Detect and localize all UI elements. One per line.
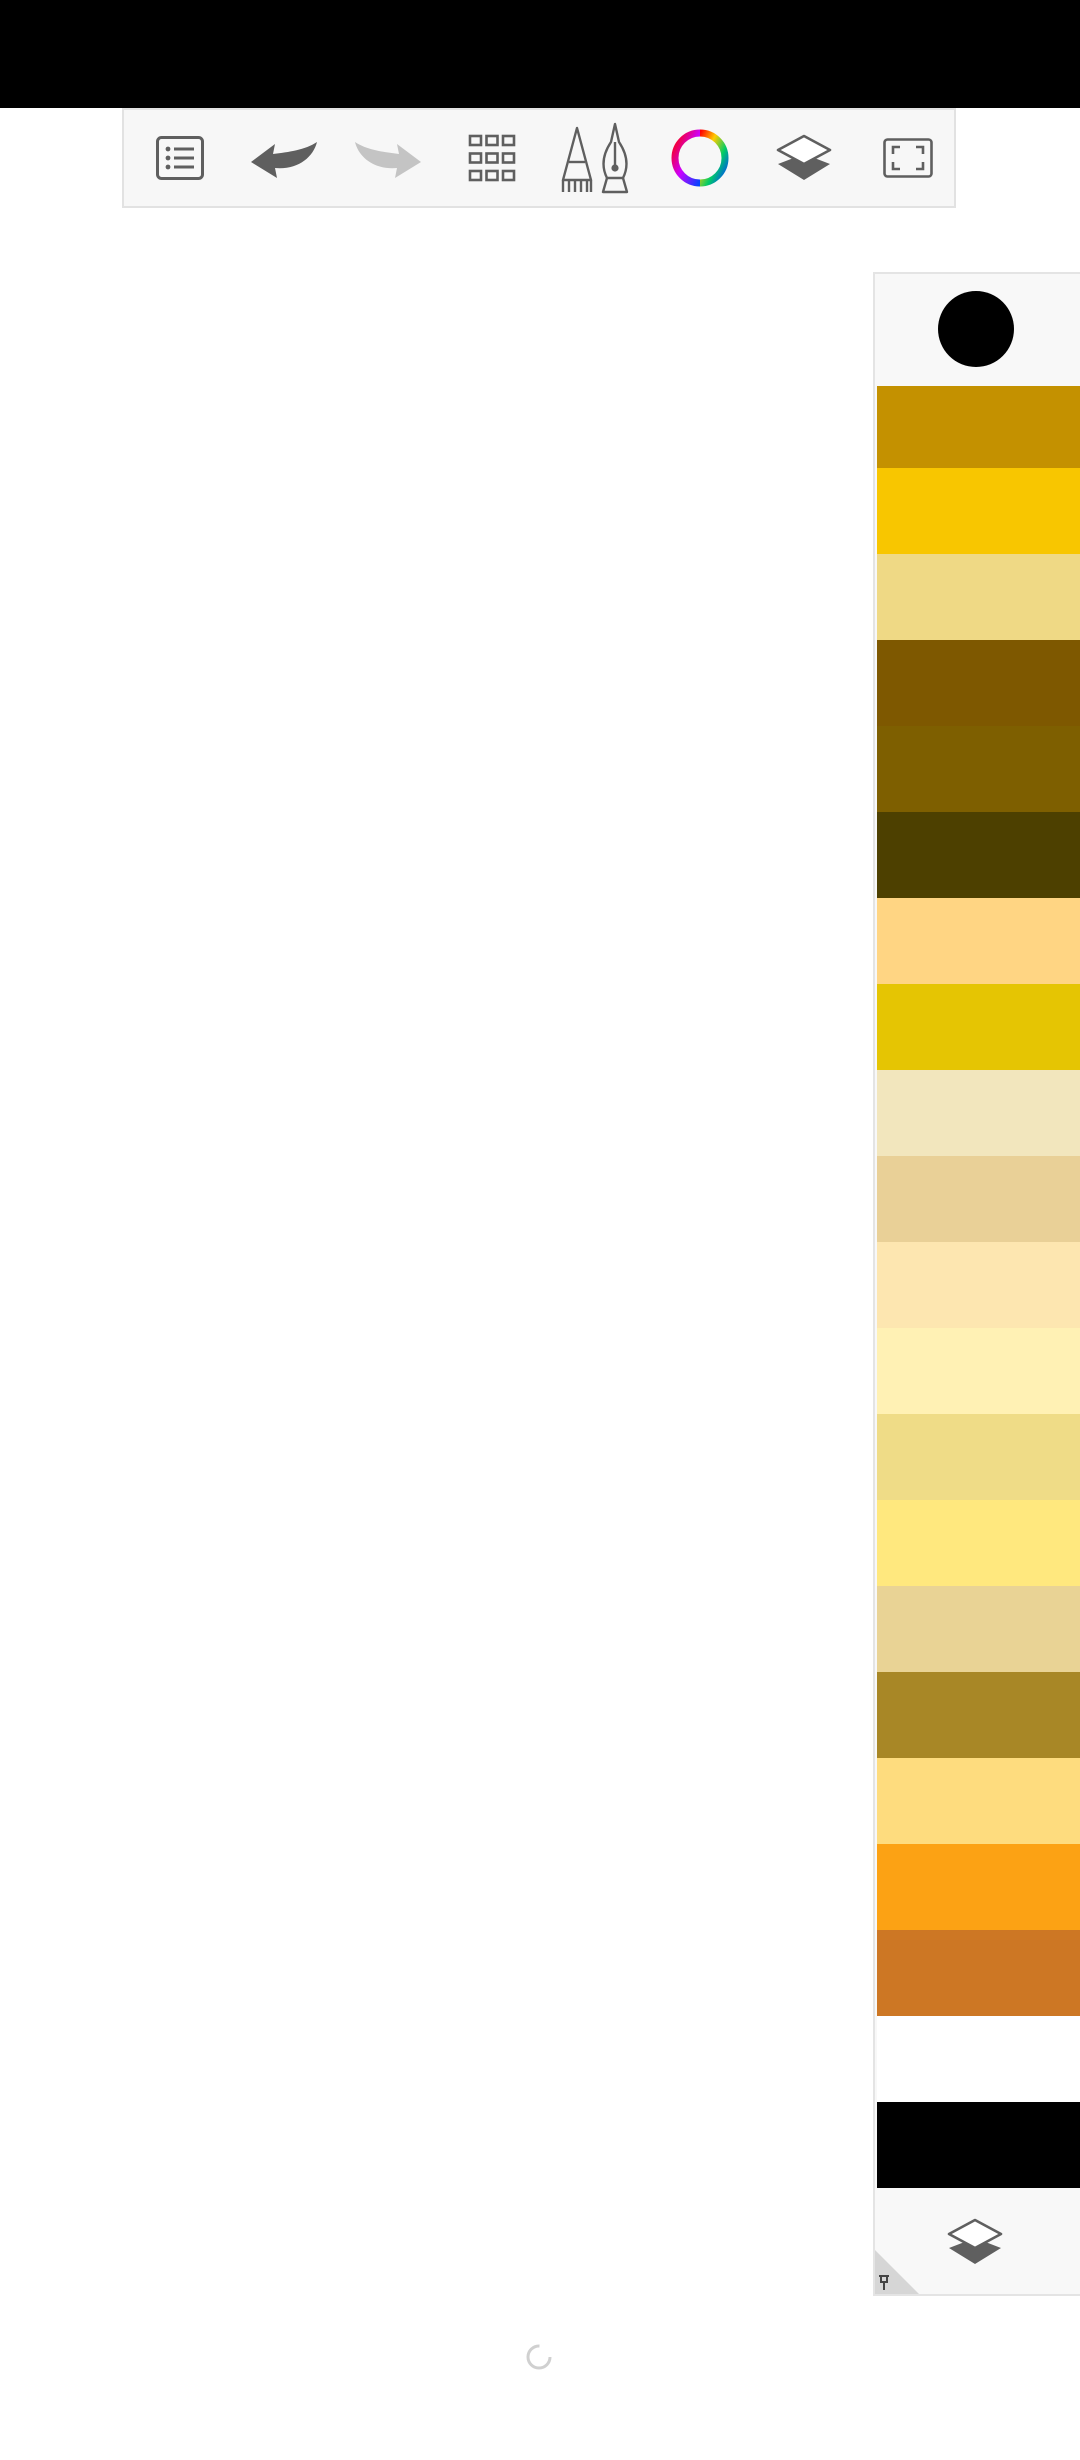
color-swatch[interactable] xyxy=(877,898,1080,984)
color-swatch[interactable] xyxy=(877,812,1080,898)
color-swatch[interactable] xyxy=(877,726,1080,812)
grid-icon[interactable] xyxy=(440,110,544,206)
color-swatch[interactable] xyxy=(877,386,1080,468)
color-swatch[interactable] xyxy=(877,2102,1080,2188)
current-color-preview[interactable] xyxy=(875,274,1080,386)
color-swatch[interactable] xyxy=(877,1242,1080,1328)
color-swatch[interactable] xyxy=(877,1328,1080,1414)
pin-icon[interactable] xyxy=(875,2250,919,2294)
top-toolbar xyxy=(122,108,956,208)
fullscreen-icon[interactable] xyxy=(856,110,960,206)
color-swatch[interactable] xyxy=(877,640,1080,726)
color-wheel-icon[interactable] xyxy=(648,110,752,206)
color-palette xyxy=(873,272,1080,2296)
color-swatch[interactable] xyxy=(877,1586,1080,1672)
color-swatch-list xyxy=(877,386,1080,2188)
color-swatch[interactable] xyxy=(877,1500,1080,1586)
color-swatch[interactable] xyxy=(877,1672,1080,1758)
color-swatch[interactable] xyxy=(877,1070,1080,1156)
color-swatch[interactable] xyxy=(877,1414,1080,1500)
color-swatch[interactable] xyxy=(877,1930,1080,2016)
drawing-canvas[interactable] xyxy=(0,208,872,2460)
color-swatch[interactable] xyxy=(877,1758,1080,1844)
color-swatch[interactable] xyxy=(877,468,1080,554)
brush-tools-icon[interactable] xyxy=(544,110,648,206)
color-swatch[interactable] xyxy=(877,2016,1080,2102)
loading-spinner-icon xyxy=(524,2342,554,2372)
color-swatch[interactable] xyxy=(877,984,1080,1070)
palette-footer xyxy=(875,2190,1080,2294)
status-bar xyxy=(0,0,1080,108)
current-color-dot xyxy=(938,291,1014,367)
color-swatch[interactable] xyxy=(877,1844,1080,1930)
undo-icon[interactable] xyxy=(232,110,336,206)
redo-icon[interactable] xyxy=(336,110,440,206)
menu-list-icon[interactable] xyxy=(128,110,232,206)
layers-icon[interactable] xyxy=(947,2218,1003,2271)
layers-icon[interactable] xyxy=(752,110,856,206)
color-swatch[interactable] xyxy=(877,1156,1080,1242)
color-swatch[interactable] xyxy=(877,554,1080,640)
